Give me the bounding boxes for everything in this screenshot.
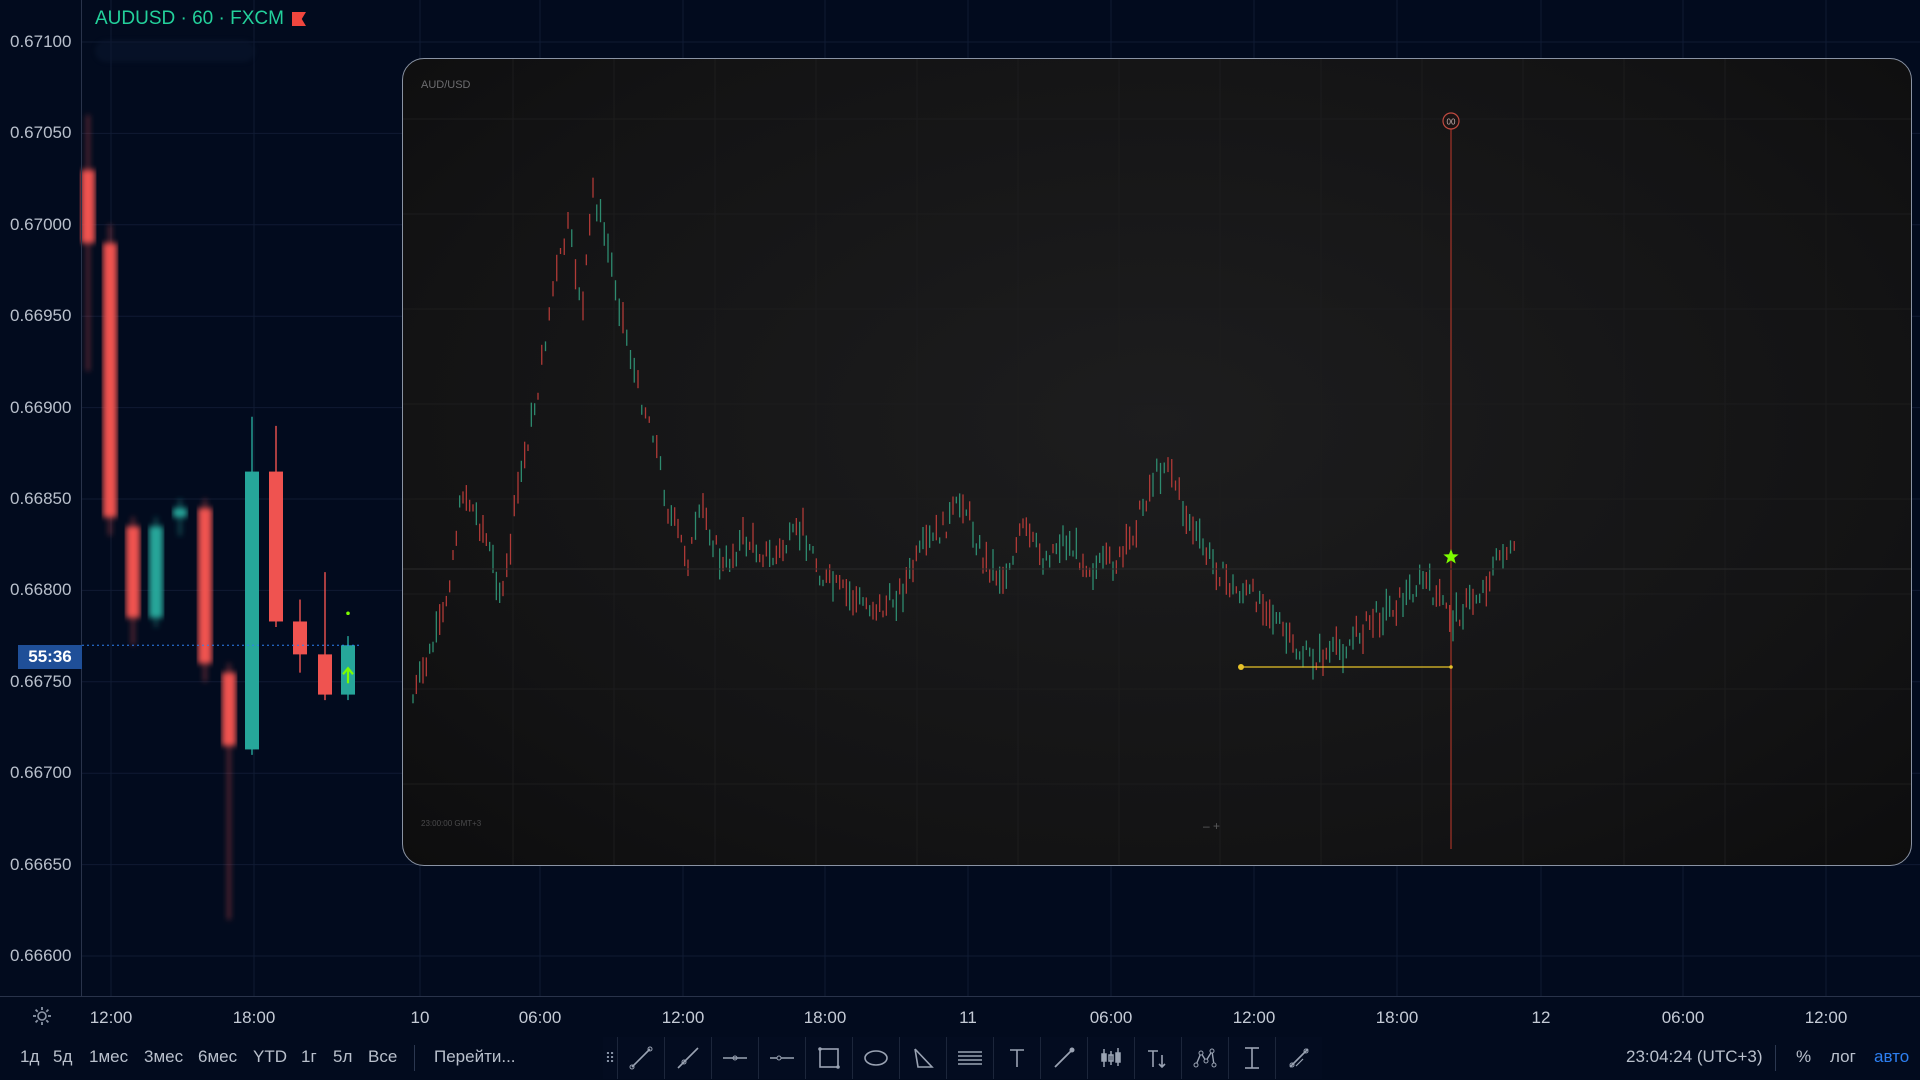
time-tick-label: 12:00 [89,1008,133,1027]
candle-body [198,508,212,664]
time-tick-label: 06:00 [518,1008,562,1027]
price-tick-label: 0.66750 [10,671,72,691]
candle [222,663,236,920]
price-axis[interactable]: 0.67100 0.67050 0.67000 0.66950 0.66900 0.668… [0,0,82,996]
rectangle-tool-icon[interactable] [805,1037,852,1079]
range-6m[interactable]: 6мес [198,1047,237,1067]
toolbar-divider-right [1775,1045,1776,1071]
inset-symbol-label: AUD/USD [421,79,471,91]
date-range-tool-icon[interactable] [1275,1037,1322,1079]
candle [269,425,283,627]
symbol-label: AUDUSD · 60 · FXCM [95,8,284,29]
flag-icon[interactable] [291,12,306,26]
candle [198,499,212,682]
range-1d[interactable]: 1д [20,1047,39,1067]
candle [103,224,117,536]
price-tick-label: 0.67050 [10,123,72,143]
inset-chart: 00 [403,59,1911,865]
time-tick-label: 18:00 [803,1008,847,1027]
inset-support-anchor [1449,665,1453,669]
bar-countdown-label: 55:36 [18,645,82,669]
trend-line-tool-icon[interactable] [617,1037,664,1079]
horizontal-line-tool-icon[interactable] [711,1037,758,1079]
log-scale-toggle[interactable]: лог [1830,1047,1856,1067]
price-tick-label: 0.66800 [10,580,72,600]
range-5d[interactable]: 5д [53,1047,72,1067]
price-tick-label: 0.66900 [10,397,72,417]
drawing-toolbar: ⠿ [603,1037,1322,1079]
time-tick-label: 10 [410,1008,430,1027]
text-annotation-tool-icon[interactable] [1134,1037,1181,1079]
candle-body [293,621,307,655]
price-range-tool-icon[interactable] [1228,1037,1275,1079]
time-tick-label: 12 [1531,1008,1551,1027]
inset-zoom-controls: – + [1203,819,1221,833]
candle [318,572,332,701]
range-1m[interactable]: 1мес [89,1047,128,1067]
range-3m[interactable]: 3мес [144,1047,183,1067]
candle-body [126,526,140,618]
candle-body [222,672,236,746]
time-tick-label: 11 [959,1008,977,1027]
text-tool-icon[interactable] [993,1037,1040,1079]
time-tick-label: 18:00 [232,1008,276,1027]
drag-handle-icon[interactable]: ⠿ [603,1037,617,1079]
candle [293,599,307,673]
range-ytd[interactable]: YTD [253,1047,287,1067]
goto-date-button[interactable]: Перейти... [434,1047,516,1067]
time-tick-label: 12:00 [661,1008,705,1027]
indicator-legend-pill [95,40,255,62]
pattern-tool-icon[interactable] [1181,1037,1228,1079]
toolbar-divider [414,1045,415,1071]
price-tick-label: 0.67100 [10,32,72,51]
clock-display[interactable]: 23:04:24 (UTC+3) [1626,1047,1763,1067]
time-tick-label: 06:00 [1661,1008,1705,1027]
candle-body [81,169,95,244]
candle [126,517,140,646]
inset-timezone-note: 23:00:00 GMT+3 [421,819,482,828]
range-all[interactable]: Все [368,1047,397,1067]
candle [81,115,95,372]
price-tick-label: 0.66850 [10,489,72,508]
horizontal-ray-tool-icon[interactable] [758,1037,805,1079]
time-tick-label: 12:00 [1232,1008,1276,1027]
gear-icon[interactable] [32,1006,52,1026]
candle-body [318,654,332,695]
time-tick-label: 18:00 [1375,1008,1419,1027]
price-tick-label: 0.66700 [10,763,72,783]
candle-body [103,243,117,518]
price-tick-label: 0.67000 [10,214,72,234]
parallel-channel-tool-icon[interactable] [946,1037,993,1079]
candle [173,499,187,536]
candle-body [245,471,259,750]
candle-body [149,526,163,618]
price-tick-label: 0.66950 [10,306,72,326]
inset-chart-panel: 00 AUD/USD 23:00:00 GMT+3 – + [402,58,1912,866]
signal-dot [346,611,350,616]
candle [149,517,163,627]
candle-body [173,508,187,518]
candles-pattern-tool-icon[interactable] [1087,1037,1134,1079]
brush-tool-icon[interactable] [1040,1037,1087,1079]
candle-body [269,471,283,622]
price-tick-label: 0.66600 [10,946,72,965]
inset-marker-label: 00 [1447,118,1456,127]
price-tick-label: 0.66650 [10,854,72,874]
range-1y[interactable]: 1г [301,1047,317,1067]
triangle-tool-icon[interactable] [899,1037,946,1079]
time-tick-label: 12:00 [1804,1008,1848,1027]
candle [245,416,259,755]
chart-symbol-title[interactable]: AUDUSD · 60 · FXCM [95,8,306,30]
time-tick-label: 06:00 [1089,1008,1133,1027]
auto-scale-toggle[interactable]: авто [1874,1047,1909,1067]
time-axis[interactable]: 12:00 18:00 10 06:00 12:00 18:00 11 06:00 12:00 1… [0,997,1920,1037]
range-5y[interactable]: 5л [333,1047,352,1067]
inset-support-anchor [1238,664,1244,670]
percent-scale-toggle[interactable]: % [1796,1047,1811,1067]
ray-tool-icon[interactable] [664,1037,711,1079]
ellipse-tool-icon[interactable] [852,1037,899,1079]
